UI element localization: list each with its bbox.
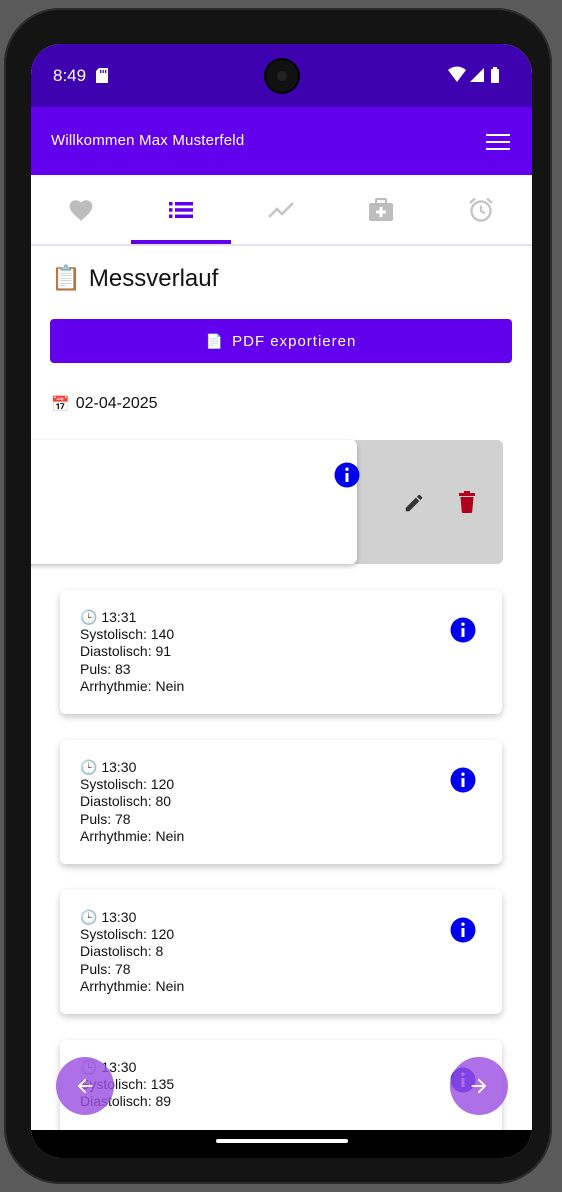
clock-icon: 🕒 — [80, 759, 98, 775]
battery-icon — [491, 69, 499, 83]
previous-day-button[interactable] — [56, 1057, 114, 1115]
camera-cutout — [266, 60, 298, 92]
tab-medical[interactable] — [331, 175, 431, 244]
signal-icon — [470, 68, 484, 82]
diastolic-value: Diastolisch: 91 — [80, 643, 172, 660]
date-header: 📅 02-04-2025 — [51, 395, 158, 413]
next-day-button[interactable] — [450, 1057, 508, 1115]
app-bar: Willkommen Max Musterfeld — [31, 107, 532, 175]
pulse-value: Puls: 78 — [80, 810, 131, 827]
arrhythmia-value: Arrhythmie: Nein — [80, 677, 185, 694]
wifi-icon — [448, 66, 466, 82]
system-navigation-bar — [31, 1130, 532, 1158]
measurement-card[interactable]: 🕒 13:30 Systolisch: 120 Diastolisch: 80 … — [60, 740, 502, 864]
measurement-time: 🕒 13:30 — [80, 909, 184, 926]
app-title: Willkommen Max Musterfeld — [51, 132, 245, 149]
arrhythmia-value: Arrhythmie: Nein — [80, 977, 185, 994]
info-icon[interactable] — [450, 767, 476, 793]
info-icon[interactable] — [450, 917, 476, 943]
medical-kit-icon — [369, 197, 393, 221]
heart-icon — [69, 199, 93, 221]
pulse-value: Puls: 78 — [80, 960, 131, 977]
sd-card-icon — [96, 68, 108, 83]
alarm-clock-icon — [469, 197, 493, 222]
tab-list[interactable] — [131, 175, 231, 244]
arrow-left-icon — [77, 1078, 93, 1094]
measurement-time: 🕒 13:30 — [80, 759, 184, 776]
diastolic-value: Diastolisch: 80 — [80, 793, 172, 810]
swipe-actions — [351, 440, 503, 564]
arrow-right-icon — [471, 1078, 487, 1094]
tab-alarm[interactable] — [431, 175, 531, 244]
home-gesture-pill[interactable] — [216, 1139, 348, 1143]
tab-bar — [31, 175, 532, 246]
page-title-label: Messverlauf — [88, 264, 219, 292]
tab-chart[interactable] — [231, 175, 331, 244]
clock-icon: 🕒 — [80, 609, 98, 625]
active-tab-indicator — [131, 240, 231, 244]
status-bar: 8:49 — [31, 44, 532, 107]
time-value: 13:30 — [101, 909, 137, 925]
document-icon: 📄 — [205, 332, 225, 349]
system-status-icons — [448, 66, 499, 83]
info-icon[interactable] — [450, 617, 476, 643]
measurement-card[interactable]: 🕒 13:30 Systolisch: 120 Diastolisch: 8 P… — [60, 890, 502, 1014]
page-title: 📋 Messverlauf — [51, 264, 218, 293]
measurement-details: 🕒 13:30 Systolisch: 120 Diastolisch: 80 … — [80, 759, 184, 845]
calendar-icon: 📅 — [51, 396, 70, 413]
pulse-value: Puls: 83 — [80, 660, 131, 677]
diastolic-value: Diastolisch: 8 — [80, 943, 164, 960]
date-label: 02-04-2025 — [75, 395, 158, 412]
measurement-details: 🕒 13:30 Systolisch: 120 Diastolisch: 8 P… — [80, 909, 184, 995]
status-time: 8:49 — [53, 66, 87, 85]
systolic-value: Systolisch: 120 — [80, 776, 175, 793]
measurement-details: 🕒 13:31 Systolisch: 140 Diastolisch: 91 … — [80, 609, 184, 695]
measurement-card[interactable]: 🕒 13:31 Systolisch: 140 Diastolisch: 91 … — [60, 590, 502, 714]
pdf-export-label: PDF exportieren — [232, 332, 357, 350]
list-icon — [169, 201, 193, 218]
clipboard-icon: 📋 — [51, 265, 81, 292]
tab-heart[interactable] — [31, 175, 131, 244]
hamburger-menu-icon[interactable] — [486, 133, 510, 151]
info-icon[interactable] — [334, 462, 360, 488]
systolic-value: Systolisch: 120 — [80, 926, 175, 943]
screen: 8:49 Willkommen Max Musterfeld 📋 Messver… — [31, 44, 532, 1158]
systolic-value: Systolisch: 140 — [80, 626, 175, 643]
arrhythmia-value: Arrhythmie: Nein — [80, 827, 185, 844]
trending-chart-icon — [268, 201, 294, 218]
delete-trash-icon[interactable] — [457, 490, 477, 514]
clock-icon: 🕒 — [80, 909, 98, 925]
pdf-export-button[interactable]: 📄 PDF exportieren — [50, 319, 512, 363]
edit-pencil-icon[interactable] — [403, 492, 425, 514]
phone-frame: 8:49 Willkommen Max Musterfeld 📋 Messver… — [4, 8, 552, 1184]
swiped-measurement-card[interactable] — [31, 440, 360, 564]
measurement-time: 🕒 13:31 — [80, 609, 184, 626]
time-value: 13:30 — [101, 759, 137, 775]
time-value: 13:31 — [101, 609, 137, 625]
